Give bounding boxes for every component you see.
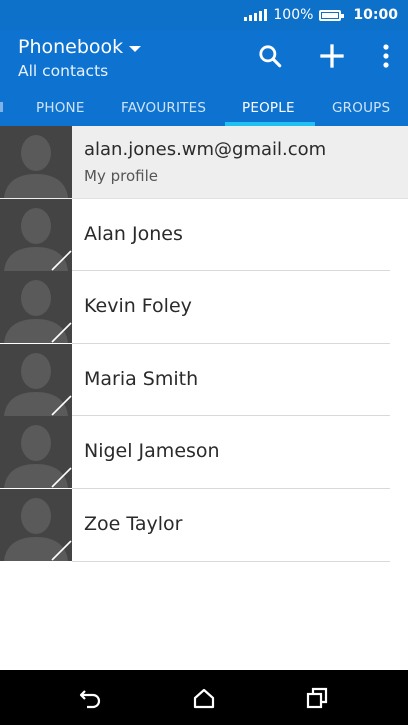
tab-groups[interactable]: GROUPS (332, 100, 390, 116)
list-item[interactable]: Maria Smith (0, 343, 408, 417)
more-options-icon (383, 44, 389, 68)
more-options-button[interactable] (378, 40, 394, 72)
avatar (0, 126, 72, 198)
person-silhouette-icon (0, 416, 72, 489)
divider (72, 560, 390, 562)
back-icon (79, 690, 101, 709)
avatar (0, 271, 72, 344)
contact-name: Kevin Foley (84, 295, 192, 318)
contact-name: Maria Smith (84, 367, 199, 390)
person-silhouette-icon (0, 271, 72, 344)
app-subtitle: All contacts (18, 62, 109, 80)
battery-icon (319, 9, 345, 21)
app-title: Phonebook (18, 36, 124, 58)
tab-people[interactable]: PEOPLE (242, 100, 295, 116)
home-button[interactable] (191, 685, 217, 711)
app-bar: Phonebook All contacts (0, 30, 408, 92)
person-silhouette-icon (0, 343, 72, 416)
back-button[interactable] (78, 685, 104, 711)
avatar (0, 416, 72, 489)
navigation-bar (0, 670, 408, 725)
profile-email: alan.jones.wm@gmail.com (84, 139, 327, 160)
title-dropdown[interactable]: Phonebook All contacts (18, 36, 142, 80)
person-silhouette-icon (0, 126, 72, 198)
dropdown-caret-icon (129, 45, 142, 52)
avatar (0, 343, 72, 416)
my-profile-row[interactable]: alan.jones.wm@gmail.com My profile (0, 126, 408, 199)
tab-favourites[interactable]: FAVOURITES (121, 100, 206, 116)
tab-phone[interactable]: PHONE (36, 100, 85, 116)
battery-percent: 100% (273, 7, 314, 23)
contact-list: alan.jones.wm@gmail.com My profile Alan … (0, 126, 408, 562)
add-contact-button[interactable] (316, 40, 348, 72)
list-item[interactable]: Zoe Taylor (0, 488, 408, 562)
signal-icon (244, 9, 268, 21)
tab-bar: PHONE FAVOURITES PEOPLE GROUPS (0, 92, 408, 126)
home-icon (193, 688, 215, 709)
contact-name: Nigel Jameson (84, 440, 220, 463)
person-silhouette-icon (0, 198, 72, 271)
list-item[interactable]: Kevin Foley (0, 271, 408, 344)
avatar (0, 198, 72, 271)
contact-name: Zoe Taylor (84, 512, 183, 535)
search-icon (259, 45, 282, 68)
list-item[interactable]: Nigel Jameson (0, 416, 408, 489)
recent-apps-icon (306, 687, 328, 709)
recent-apps-button[interactable] (304, 685, 330, 711)
contact-name: Alan Jones (84, 222, 183, 245)
status-time: 10:00 (353, 7, 398, 23)
avatar (0, 488, 72, 561)
search-button[interactable] (254, 40, 286, 72)
profile-label: My profile (84, 167, 158, 185)
status-bar: 100% 10:00 (0, 0, 408, 30)
person-silhouette-icon (0, 488, 72, 561)
list-item[interactable]: Alan Jones (0, 198, 408, 272)
add-icon (320, 44, 344, 68)
tab-scroll-edge (0, 102, 3, 112)
